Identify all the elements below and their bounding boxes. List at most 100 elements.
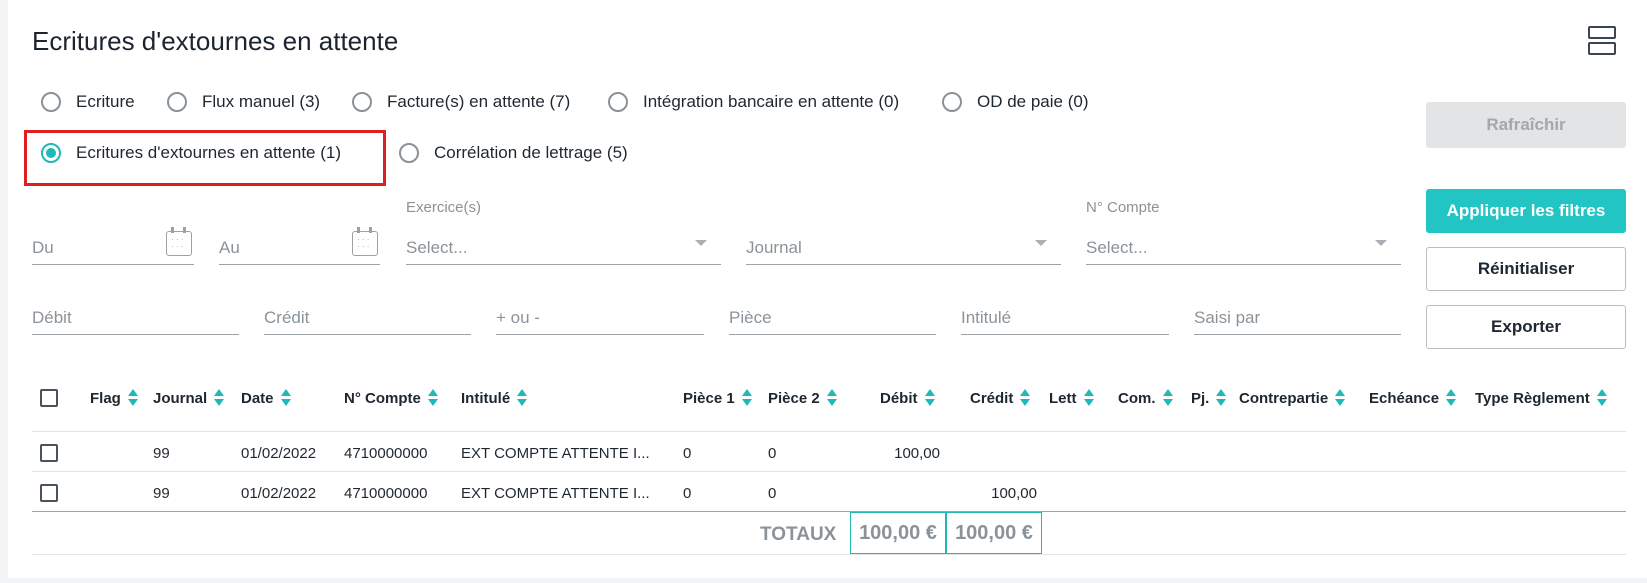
chevron-down-icon — [695, 240, 707, 246]
col-label: N° Compte — [344, 389, 421, 407]
radio-circle-icon — [399, 143, 419, 163]
col-header-journal[interactable]: Journal — [153, 388, 225, 408]
row-checkbox[interactable] — [40, 444, 58, 462]
intitule-field[interactable]: Intitulé — [961, 302, 1169, 335]
date-from-field[interactable]: Du — [32, 227, 194, 265]
saisi-par-field[interactable]: Saisi par — [1194, 302, 1401, 335]
exercice-placeholder: Select... — [406, 238, 468, 257]
col-header-date[interactable]: Date — [241, 388, 291, 408]
row-checkbox[interactable] — [40, 484, 58, 502]
radio-ecritures-extournes[interactable]: Ecritures d'extournes en attente (1) — [41, 143, 341, 163]
refresh-button[interactable]: Rafraîchir — [1426, 102, 1626, 148]
radio-label: Facture(s) en attente (7) — [387, 92, 571, 111]
total-debit: 100,00 € — [850, 512, 946, 554]
sort-icon[interactable] — [826, 388, 837, 408]
col-header-com[interactable]: Com. — [1118, 388, 1173, 408]
cell-piece2: 0 — [768, 485, 777, 502]
col-label: Date — [241, 389, 274, 407]
chevron-down-icon — [1375, 240, 1387, 246]
col-header-flag[interactable]: Flag — [90, 388, 138, 408]
sort-icon[interactable] — [1083, 388, 1094, 408]
radio-factures-en-attente[interactable]: Facture(s) en attente (7) — [352, 92, 570, 112]
compte-label: N° Compte — [1086, 199, 1160, 216]
select-all-checkbox[interactable] — [40, 389, 58, 407]
date-to-field[interactable]: Au — [219, 227, 380, 265]
compte-placeholder: Select... — [1086, 238, 1148, 257]
col-header-echeance[interactable]: Echéance — [1369, 388, 1457, 408]
cell-piece1: 0 — [683, 445, 692, 462]
radio-od-de-paie[interactable]: OD de paie (0) — [942, 92, 1089, 112]
intitule-placeholder: Intitulé — [961, 308, 1012, 327]
piece-placeholder: Pièce — [729, 308, 772, 327]
sort-icon[interactable] — [1446, 388, 1457, 408]
col-header-debit[interactable]: Débit — [880, 388, 935, 408]
col-header-piece1[interactable]: Pièce 1 — [683, 388, 752, 408]
radio-label: Ecriture — [76, 92, 135, 111]
radio-circle-icon — [352, 92, 372, 112]
sort-icon[interactable] — [280, 388, 291, 408]
radio-circle-icon — [608, 92, 628, 112]
col-label: Flag — [90, 389, 121, 407]
sort-icon[interactable] — [427, 388, 438, 408]
calendar-icon[interactable] — [352, 227, 378, 256]
chevron-down-icon — [1035, 240, 1047, 246]
radio-label: Flux manuel (3) — [202, 92, 321, 111]
col-header-credit[interactable]: Crédit — [970, 388, 1031, 408]
col-header-intitule[interactable]: Intitulé — [461, 388, 528, 408]
exercice-label: Exercice(s) — [406, 199, 482, 216]
apply-filters-button[interactable]: Appliquer les filtres — [1426, 189, 1626, 233]
col-label: Pièce 2 — [768, 389, 820, 407]
totals-label: TOTAUX — [760, 524, 837, 545]
col-label: Intitulé — [461, 389, 511, 407]
credit-placeholder: Crédit — [264, 308, 310, 327]
export-button[interactable]: Exporter — [1426, 305, 1626, 349]
reset-button[interactable]: Réinitialiser — [1426, 247, 1626, 291]
date-to-placeholder: Au — [219, 238, 240, 257]
plus-minus-field[interactable]: + ou - — [496, 302, 704, 335]
radio-checked-icon — [41, 143, 61, 163]
col-label: Echéance — [1369, 389, 1440, 407]
calendar-icon[interactable] — [166, 227, 192, 256]
radio-label: Intégration bancaire en attente (0) — [643, 92, 900, 111]
sort-icon[interactable] — [517, 388, 528, 408]
cell-piece1: 0 — [683, 485, 692, 502]
credit-field[interactable]: Crédit — [264, 302, 471, 335]
sort-icon[interactable] — [741, 388, 752, 408]
col-label: Type Règlement — [1475, 389, 1590, 407]
bottom-divider — [32, 554, 1626, 555]
cell-date: 01/02/2022 — [241, 485, 317, 502]
split-view-icon[interactable] — [1588, 26, 1618, 56]
journal-placeholder: Journal — [746, 238, 802, 257]
debit-field[interactable]: Débit — [32, 302, 239, 335]
sort-icon[interactable] — [127, 388, 138, 408]
col-header-pj[interactable]: Pj. — [1191, 388, 1227, 408]
cell-credit: 100,00 — [991, 485, 1037, 502]
cell-compte: 4710000000 — [344, 445, 428, 462]
radio-correlation-lettrage[interactable]: Corrélation de lettrage (5) — [399, 143, 628, 163]
radio-flux-manuel[interactable]: Flux manuel (3) — [167, 92, 320, 112]
col-header-contrepartie[interactable]: Contrepartie — [1239, 388, 1346, 408]
piece-field[interactable]: Pièce — [729, 302, 936, 335]
sort-icon[interactable] — [1596, 388, 1607, 408]
compte-select[interactable]: Select... — [1086, 232, 1401, 265]
sort-icon[interactable] — [1216, 388, 1227, 408]
sort-icon[interactable] — [1020, 388, 1031, 408]
col-header-lett[interactable]: Lett — [1049, 388, 1094, 408]
page-title: Ecritures d'extournes en attente — [32, 26, 399, 56]
radio-integration-bancaire[interactable]: Intégration bancaire en attente (0) — [608, 92, 899, 112]
cell-date: 01/02/2022 — [241, 445, 317, 462]
radio-ecriture[interactable]: Ecriture — [41, 92, 135, 112]
exercice-select[interactable]: Select... — [406, 232, 721, 265]
radio-label: OD de paie (0) — [977, 92, 1089, 111]
sort-icon[interactable] — [924, 388, 935, 408]
sort-icon[interactable] — [1162, 388, 1173, 408]
col-header-compte[interactable]: N° Compte — [344, 388, 438, 408]
total-credit: 100,00 € — [946, 512, 1042, 554]
debit-placeholder: Débit — [32, 308, 72, 327]
col-header-type-reglement[interactable]: Type Règlement — [1475, 388, 1607, 408]
col-header-piece2[interactable]: Pièce 2 — [768, 388, 837, 408]
cell-debit: 100,00 — [894, 445, 940, 462]
sort-icon[interactable] — [1335, 388, 1346, 408]
journal-select[interactable]: Journal — [746, 232, 1061, 265]
sort-icon[interactable] — [214, 388, 225, 408]
